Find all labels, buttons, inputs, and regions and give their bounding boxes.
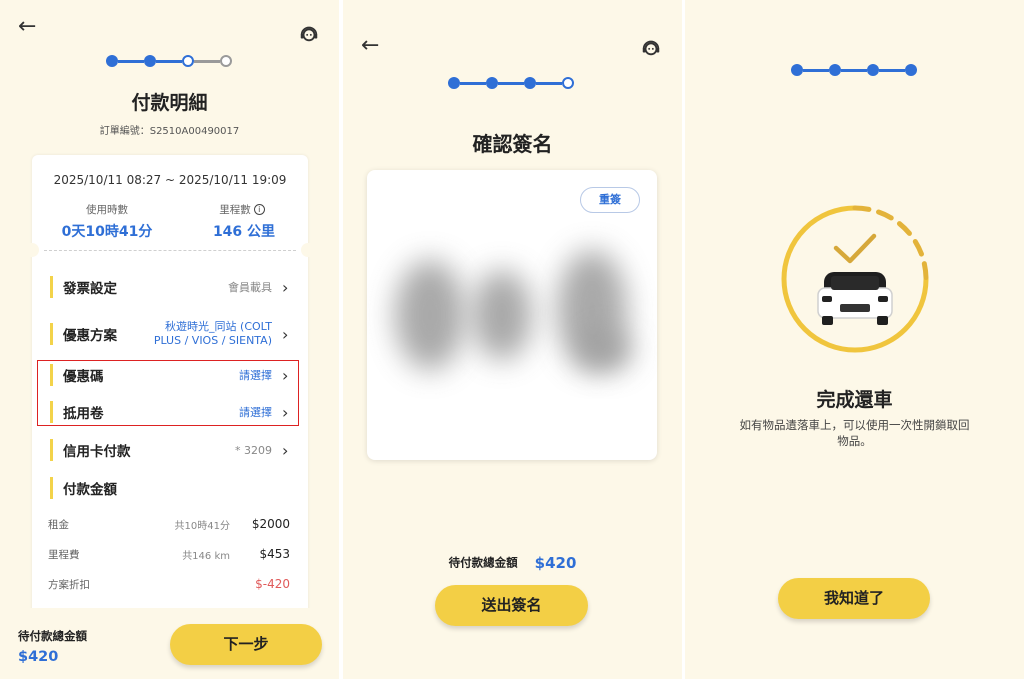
fee-detail: 共10時41分 [174, 521, 230, 532]
chevron-right-icon: › [282, 324, 289, 344]
payment-details-screen: ← 付款明細 訂單編號：S2510A00490017 2025/10/11 08… [0, 0, 339, 679]
page-title: 確認簽名 [472, 132, 553, 156]
row-value: 請選擇 [239, 369, 272, 382]
invoice-setting-row[interactable]: 發票設定 會員載具 › [50, 275, 292, 299]
card-notch-right [301, 243, 315, 257]
return-complete-screen: 完成還車 如有物品遺落車上，可以使用一次性開鎖取回 物品。 我知道了 [685, 0, 1024, 679]
page-title: 完成還車 [816, 389, 893, 411]
progress-stepper [791, 64, 917, 76]
row-value-line1: 秋遊時光_同站 (COLT [165, 320, 272, 333]
row-label: 信用卡付款 [63, 444, 131, 460]
signature-stroke [582, 330, 632, 370]
signature-stroke [395, 260, 465, 370]
submit-signature-button[interactable]: 送出簽名 [435, 585, 588, 626]
row-label: 抵用卷 [63, 406, 104, 422]
step-1-dot [791, 64, 803, 76]
chevron-right-icon: › [282, 365, 289, 385]
support-agent-icon[interactable] [298, 22, 320, 44]
signature-pad[interactable]: 重簽 [367, 170, 657, 460]
row-value-line2: PLUS / VIOS / SIENTA) [153, 334, 272, 347]
pending-total: 待付款總金額 $420 [343, 552, 682, 572]
voucher-row[interactable]: 抵用卷 請選擇 › [50, 400, 292, 424]
order-number: 訂單編號：S2510A00490017 [99, 126, 240, 137]
date-range: 2025/10/11 08:27 ~ 2025/10/11 19:09 [53, 173, 287, 187]
signature-screen: ← 確認簽名 重簽 待付款總金額 $420 送出簽名 [343, 0, 682, 679]
credit-card-row[interactable]: 信用卡付款 * 3209 › [50, 438, 292, 462]
pending-amount: $420 [534, 553, 577, 572]
step-1-dot [448, 77, 460, 89]
divider [44, 250, 296, 251]
row-label: 優惠方案 [63, 328, 117, 344]
row-value: 請選擇 [239, 406, 272, 419]
row-value: * 3209 [235, 443, 272, 457]
row-value: 會員載具 [228, 281, 272, 294]
fee-amount: $-420 [255, 577, 290, 591]
acknowledge-button[interactable]: 我知道了 [778, 578, 930, 619]
chevron-right-icon: › [282, 440, 289, 460]
pending-label: 待付款總金額 [448, 555, 518, 570]
step-4-dot [905, 64, 917, 76]
row-label: 付款金額 [63, 482, 117, 498]
fee-amount: $2000 [251, 517, 290, 531]
total-amount: $420 [18, 649, 59, 665]
page-title: 付款明細 [131, 92, 208, 114]
fee-label: 租金 [48, 519, 69, 531]
step-2-dot [829, 64, 841, 76]
progress-stepper [448, 77, 574, 89]
step-3-dot [182, 55, 194, 67]
fee-amount: $453 [259, 547, 290, 561]
mileage-label: 里程數 [219, 204, 251, 216]
fee-label: 里程費 [48, 549, 80, 561]
promo-code-row[interactable]: 優惠碼 請選擇 › [50, 363, 292, 387]
fee-label: 方案折扣 [48, 579, 90, 591]
car-return-complete-icon [781, 205, 929, 353]
step-2-dot [144, 55, 156, 67]
message-line-2: 物品。 [837, 434, 872, 448]
usage-time-label: 使用時數 [86, 204, 128, 216]
step-3-dot [867, 64, 879, 76]
total-label: 待付款總金額 [18, 629, 87, 643]
next-button[interactable]: 下一步 [170, 624, 322, 665]
support-agent-icon[interactable] [640, 36, 662, 58]
payment-amount-header: 付款金額 [50, 476, 292, 500]
usage-time-value: 0天10時41分 [61, 224, 153, 240]
row-label: 優惠碼 [63, 369, 104, 385]
step-1-dot [106, 55, 118, 67]
bottom-bar: 待付款總金額 $420 下一步 [0, 608, 339, 679]
step-4-dot [220, 55, 232, 67]
fee-detail: 共146 km [182, 551, 230, 562]
back-arrow-icon[interactable]: ← [18, 16, 36, 38]
signature-stroke [472, 270, 532, 360]
fee-row-mileage: 里程費 共146 km $453 [48, 547, 290, 563]
mileage-value: 146 公里 [212, 224, 276, 240]
row-value: 秋遊時光_同站 (COLT PLUS / VIOS / SIENTA) [154, 320, 272, 348]
fee-row-rent: 租金 共10時41分 $2000 [48, 517, 290, 533]
resign-button[interactable]: 重簽 [580, 187, 640, 213]
mileage-label-wrap: 里程數 i [187, 202, 297, 217]
promotion-plan-row[interactable]: 優惠方案 秋遊時光_同站 (COLT PLUS / VIOS / SIENTA)… [50, 319, 292, 349]
info-icon[interactable]: i [253, 204, 265, 215]
payment-card: 2025/10/11 08:27 ~ 2025/10/11 19:09 使用時數… [25, 155, 315, 625]
row-label: 發票設定 [63, 281, 117, 297]
fee-row-discount: 方案折扣 $-420 [48, 577, 290, 593]
card-notch-left [25, 243, 39, 257]
chevron-right-icon: › [282, 277, 289, 297]
chevron-right-icon: › [282, 402, 289, 422]
step-4-dot [562, 77, 574, 89]
progress-stepper [106, 55, 232, 67]
back-arrow-icon[interactable]: ← [361, 35, 379, 57]
step-2-dot [486, 77, 498, 89]
step-3-dot [524, 77, 536, 89]
message-line-1: 如有物品遺落車上，可以使用一次性開鎖取回 [739, 418, 970, 432]
